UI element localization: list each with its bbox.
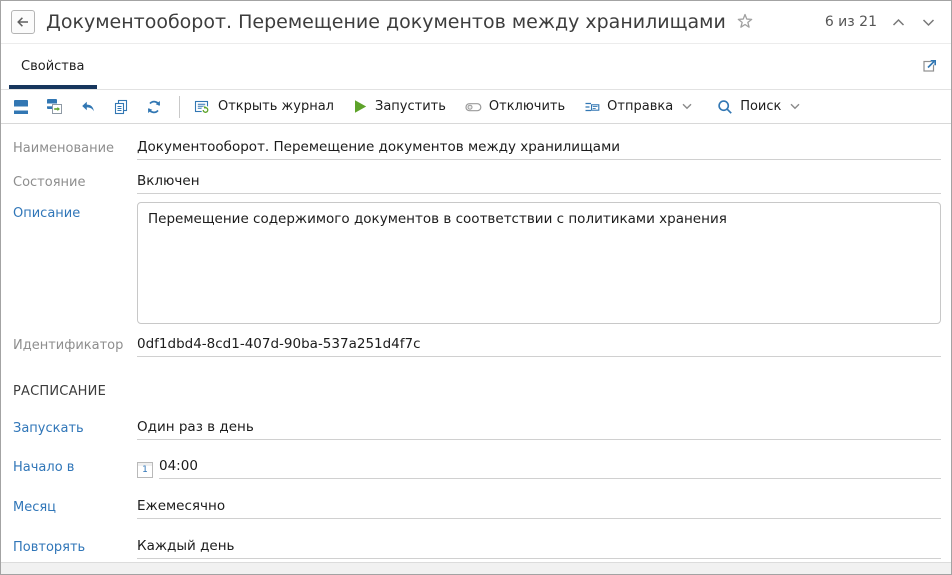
start-at-label[interactable]: Начало в (13, 460, 137, 479)
date-picker-icon[interactable]: 1 (137, 462, 153, 478)
copy-icon (113, 99, 129, 115)
run-mode-input[interactable]: Один раз в день (137, 419, 941, 440)
page-title: Документооборот. Перемещение документов … (46, 11, 726, 33)
field-row-month: Месяц Ежемесячно (13, 495, 941, 519)
undo-button[interactable] (80, 99, 96, 115)
next-record-button[interactable] (920, 16, 937, 29)
field-row-description: Описание Перемещение содержимого докумен… (13, 202, 941, 324)
disable-label: Отключить (489, 99, 565, 114)
run-label: Запустить (375, 99, 446, 114)
schedule-section-header[interactable]: РАСПИСАНИЕ (13, 384, 106, 399)
tab-properties-label: Свойства (21, 59, 85, 74)
description-textarea[interactable]: Перемещение содержимого документов в соо… (137, 202, 941, 324)
refresh-button[interactable] (146, 99, 162, 115)
send-list-icon (584, 99, 600, 115)
run-mode-label[interactable]: Запускать (13, 421, 137, 440)
disable-button[interactable]: Отключить (465, 99, 565, 115)
open-journal-label: Открыть журнал (218, 99, 334, 114)
field-row-name: Наименование Документооборот. Перемещени… (13, 136, 941, 160)
field-row-identifier: Идентификатор 0df1dbd4-8cd1-407d-90ba-53… (13, 333, 941, 357)
send-button[interactable]: Отправка (584, 99, 692, 115)
start-at-input[interactable]: 04:00 (159, 458, 941, 479)
field-row-run-mode: Запускать Один раз в день (13, 416, 941, 440)
properties-form: Наименование Документооборот. Перемещени… (1, 124, 951, 562)
app-window: Документооборот. Перемещение документов … (0, 0, 952, 575)
titlebar: Документооборот. Перемещение документов … (1, 1, 951, 44)
bottom-strip (1, 562, 951, 574)
date-picker-digit: 1 (142, 465, 148, 475)
field-row-state: Состояние Включен (13, 170, 941, 194)
refresh-icon (146, 99, 162, 115)
field-row-start-at: Начало в 1 04:00 (13, 455, 941, 479)
record-navigation: 6 из 21 (825, 14, 937, 30)
search-button[interactable]: Поиск (717, 99, 800, 115)
identifier-label: Идентификатор (13, 338, 137, 357)
identifier-input[interactable]: 0df1dbd4-8cd1-407d-90ba-537a251d4f7c (137, 336, 941, 357)
search-icon (717, 99, 733, 115)
description-label[interactable]: Описание (13, 202, 137, 225)
field-row-repeat: Повторять Каждый день (13, 535, 941, 559)
open-journal-button[interactable]: Открыть журнал (194, 99, 334, 115)
search-dropdown-chevron-icon (790, 103, 800, 110)
back-arrow-icon (15, 14, 31, 30)
save-icon (13, 99, 29, 115)
toggle-off-icon (465, 99, 482, 115)
prev-record-button[interactable] (890, 16, 907, 29)
open-in-new-window-button[interactable] (919, 54, 941, 79)
back-button[interactable] (11, 10, 35, 34)
favorite-star-icon[interactable] (736, 13, 754, 31)
repeat-label[interactable]: Повторять (13, 540, 137, 559)
repeat-input[interactable]: Каждый день (137, 538, 941, 559)
save-and-new-icon (46, 98, 63, 115)
journal-icon (194, 99, 211, 115)
month-label[interactable]: Месяц (13, 500, 137, 519)
tab-properties[interactable]: Свойства (9, 44, 97, 89)
chevron-down-icon (922, 18, 935, 27)
search-label: Поиск (740, 99, 781, 114)
play-icon (353, 99, 368, 114)
toolbar-separator (179, 96, 180, 118)
state-input[interactable]: Включен (137, 173, 941, 194)
save-and-new-button[interactable] (46, 98, 63, 115)
tabbar: Свойства (1, 44, 951, 90)
record-counter: 6 из 21 (825, 14, 877, 30)
month-input[interactable]: Ежемесячно (137, 498, 941, 519)
copy-button[interactable] (113, 99, 129, 115)
name-input[interactable]: Документооборот. Перемещение документов … (137, 139, 941, 160)
state-label: Состояние (13, 175, 137, 194)
run-button[interactable]: Запустить (353, 99, 446, 114)
save-button[interactable] (13, 99, 29, 115)
open-in-new-window-icon (921, 56, 939, 74)
send-label: Отправка (607, 99, 673, 114)
name-label: Наименование (13, 141, 137, 160)
undo-icon (80, 99, 96, 115)
toolbar: Открыть журнал Запустить Отключить Отпра… (1, 90, 951, 124)
chevron-up-icon (892, 18, 905, 27)
send-dropdown-chevron-icon (682, 103, 692, 110)
